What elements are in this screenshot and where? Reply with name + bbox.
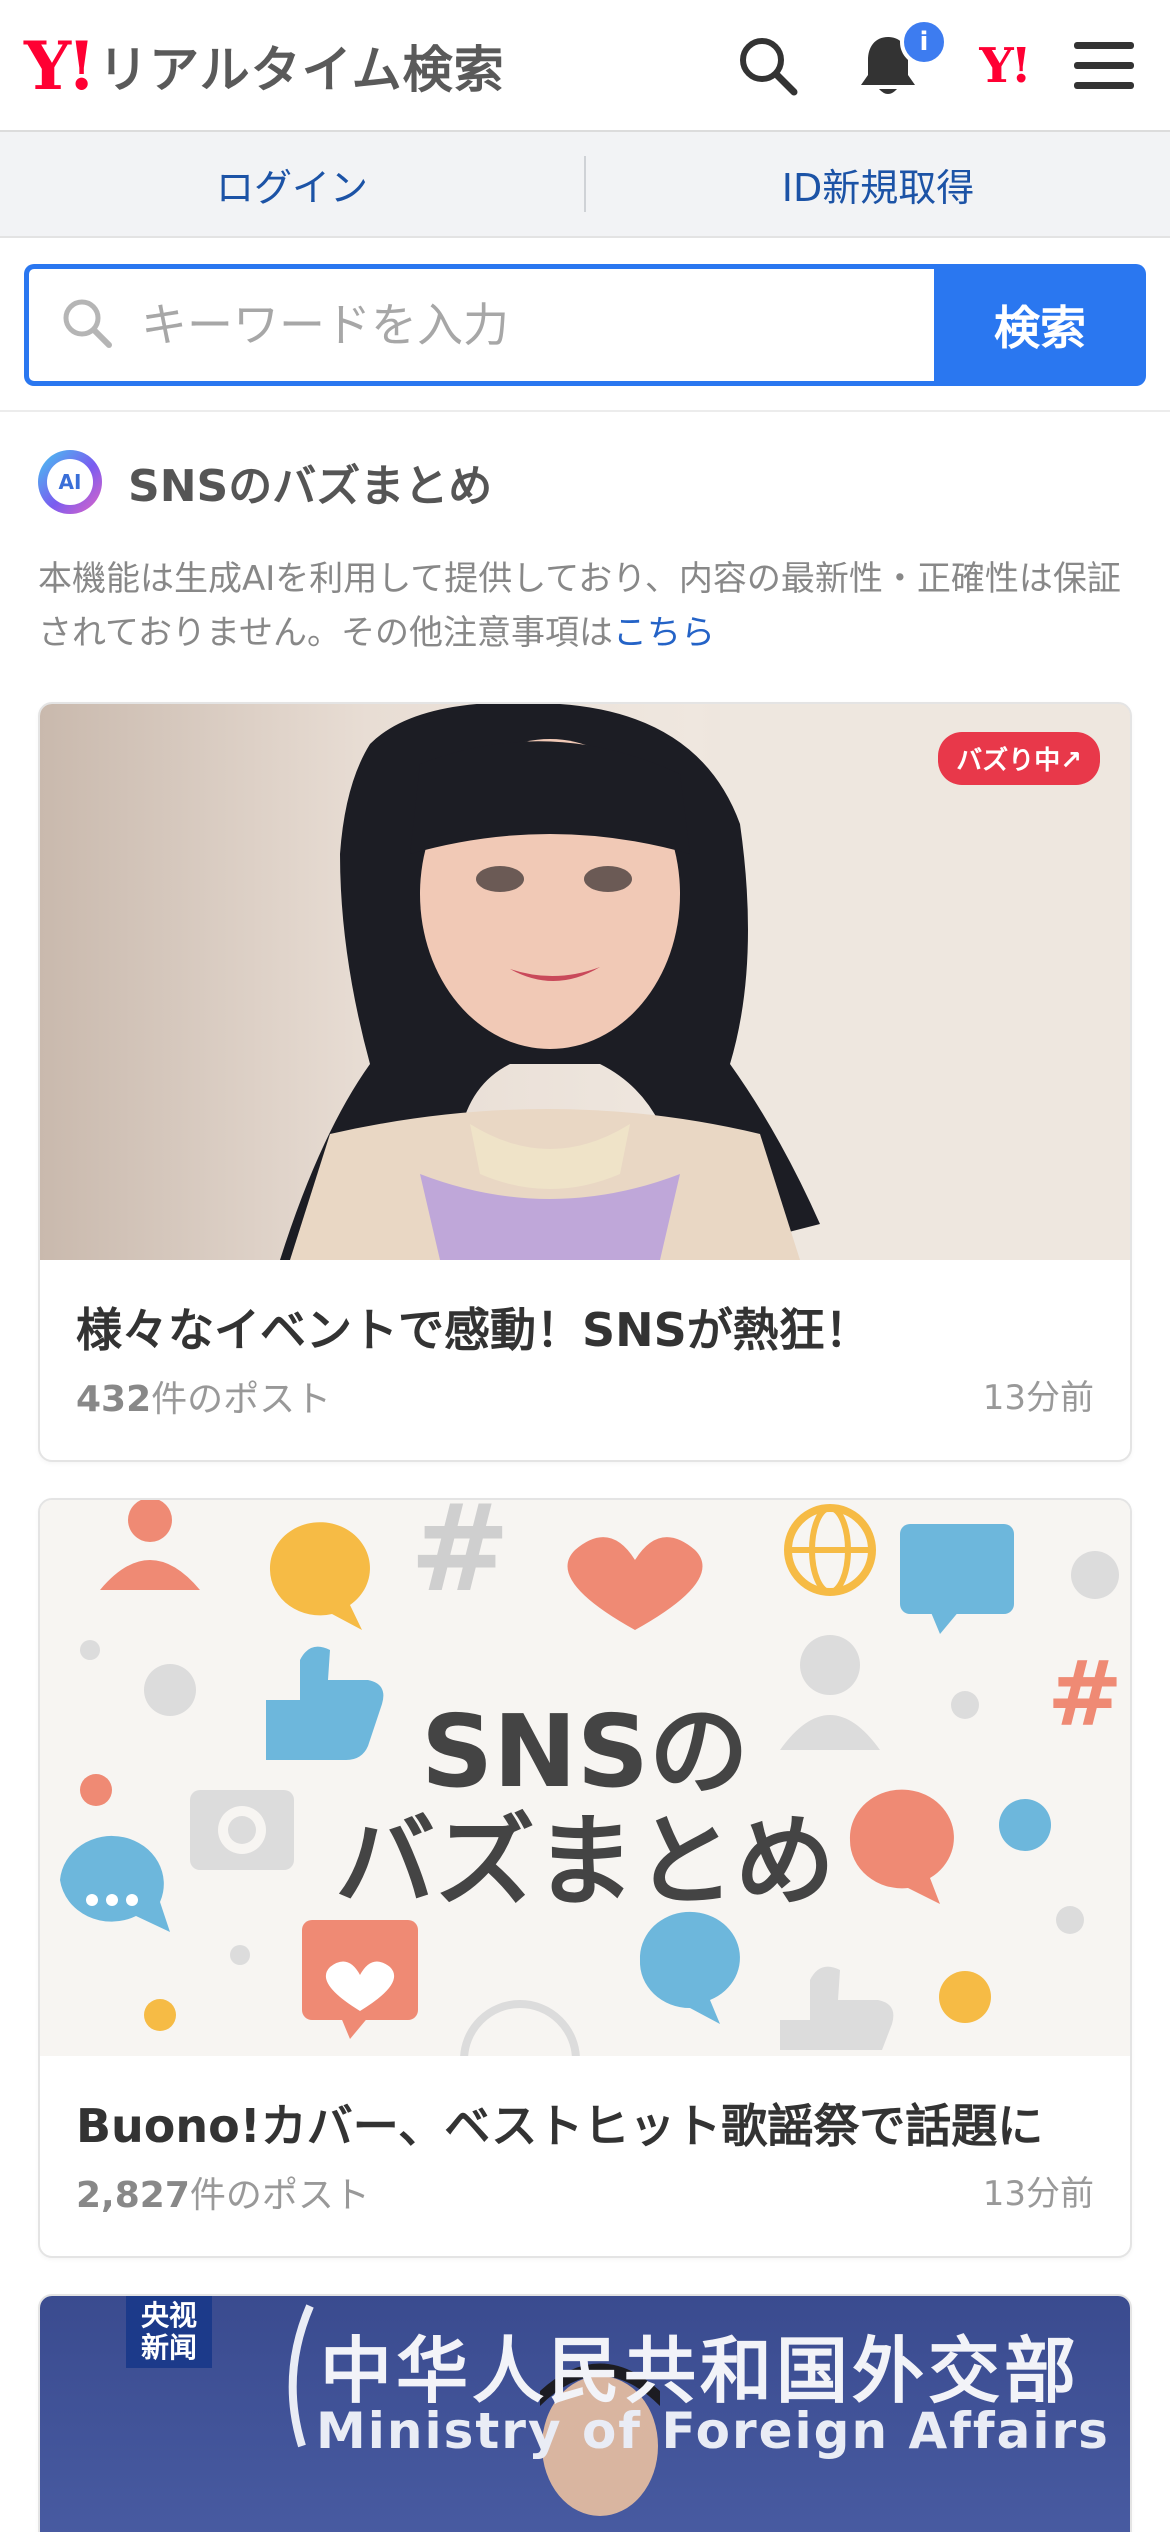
section-title: SNSのバズまとめ [128, 461, 493, 512]
card-timestamp: 13分前 [982, 2174, 1094, 2214]
buzz-card[interactable]: 央视 新闻 中华人民共和国外交部 Ministry of Foreign Affa… [38, 2294, 1132, 2532]
search-form: 検索 [24, 264, 1146, 386]
search-field-container[interactable] [24, 264, 934, 386]
notice-link[interactable]: こちら [613, 613, 715, 653]
search-input[interactable] [141, 298, 841, 352]
yahoo-realtime-logo[interactable]: Y! リアルタイム検索 [24, 26, 505, 106]
sns-buzz-header: AI SNSのバズまとめ [38, 450, 492, 514]
ai-icon: AI [38, 450, 102, 514]
login-link[interactable]: ログイン [0, 157, 584, 212]
buzz-card[interactable]: バズり中↗ 様々なイベントで感動！SNSが熱狂！ 432件のポスト 13分前 [38, 702, 1132, 1462]
yahoo-japan-icon[interactable]: Y! [968, 30, 1040, 102]
notification-badge: i [900, 18, 948, 66]
card-title: Buono!カバー、ベストヒット歌謡祭で話題に [76, 2099, 1044, 2153]
card-title: 様々なイベントで感動！SNSが熱狂！ [76, 1303, 871, 1357]
section-divider [0, 410, 1170, 412]
illustration-title-line2: バズまとめ [335, 1803, 835, 1920]
logo-title: リアルタイム検索 [98, 41, 505, 99]
svg-text:#: # [410, 1500, 511, 1619]
post-count: 2,827件のポスト [76, 2175, 370, 2216]
signup-link[interactable]: ID新規取得 [586, 157, 1170, 212]
yahoo-logo-mark: Y! [24, 27, 96, 105]
search-button[interactable]: 検索 [934, 264, 1146, 386]
card-illustration: # # SNSの バズまとめ [40, 1500, 1130, 2056]
buzz-badge: バズり中↗ [938, 732, 1100, 785]
ai-notice: 本機能は生成AIを利用して提供しており、内容の最新性・正確性は保証されておりませ… [38, 552, 1138, 660]
card-body: 様々なイベントで感動！SNSが熱狂！ 432件のポスト 13分前 [40, 1260, 1130, 1460]
ministry-banner-en: Ministry of Foreign Affairs [316, 2402, 1110, 2460]
ai-notice-text: 本機能は生成AIを利用して提供しており、内容の最新性・正確性は保証されておりませ… [38, 559, 1121, 653]
search-icon[interactable] [732, 30, 804, 102]
buzz-card[interactable]: # # SNSの バズまとめ Buono!カバー、ベストヒット歌謡祭で話題に 2… [38, 1498, 1132, 2258]
notification-bell-icon[interactable]: i [852, 18, 948, 102]
card-timestamp: 13分前 [982, 1378, 1094, 1418]
login-bar: ログイン ID新規取得 [0, 132, 1170, 238]
search-field-icon [59, 295, 115, 355]
app-header: Y! リアルタイム検索 i Y! [0, 0, 1170, 132]
card-photo: 央视 新闻 中华人民共和国外交部 Ministry of Foreign Affa… [40, 2296, 1130, 2532]
card-photo: バズり中↗ [40, 704, 1130, 1260]
post-count: 432件のポスト [76, 1379, 332, 1420]
hamburger-menu-icon[interactable] [1068, 30, 1140, 102]
card-body: Buono!カバー、ベストヒット歌謡祭で話題に 2,827件のポスト 13分前 [40, 2056, 1130, 2256]
